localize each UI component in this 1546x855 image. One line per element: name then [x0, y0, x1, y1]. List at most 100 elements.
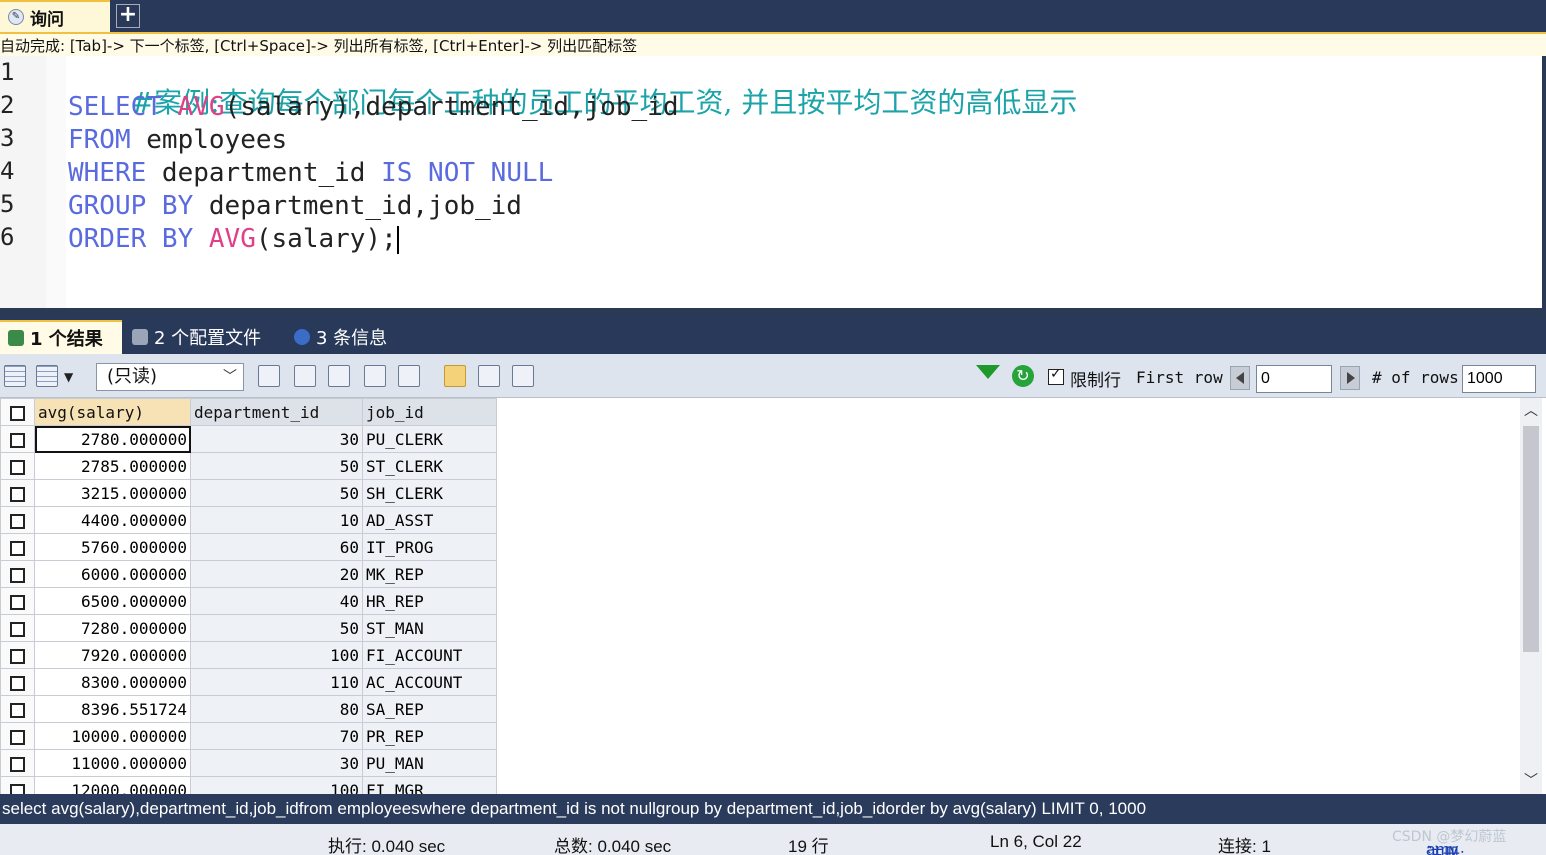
- cell-avg-salary[interactable]: 6500.000000: [34, 587, 191, 615]
- cell-department-id[interactable]: 10: [190, 506, 363, 534]
- query-tab[interactable]: ✎ 询问: [0, 0, 110, 32]
- cell-department-id[interactable]: 100: [190, 641, 363, 669]
- column-header[interactable]: department_id: [190, 398, 363, 426]
- add-tab-button[interactable]: +: [116, 4, 140, 28]
- table-row[interactable]: 2780.000000 30 PU_CLERK: [0, 425, 497, 453]
- table-row[interactable]: 6500.000000 40 HR_REP: [0, 587, 497, 615]
- cell-department-id[interactable]: 40: [190, 587, 363, 615]
- import-grid-icon[interactable]: [36, 365, 58, 387]
- scroll-up-icon[interactable]: ︿: [1524, 400, 1538, 420]
- prev-page-button[interactable]: [1230, 366, 1250, 390]
- row-checkbox[interactable]: [0, 533, 35, 561]
- row-checkbox[interactable]: [0, 614, 35, 642]
- cell-avg-salary[interactable]: 11000.000000: [34, 749, 191, 777]
- table-row[interactable]: 2785.000000 50 ST_CLERK: [0, 452, 497, 480]
- table-row[interactable]: 11000.000000 30 PU_MAN: [0, 749, 497, 777]
- cell-job-id[interactable]: HR_REP: [362, 587, 497, 615]
- row-checkbox[interactable]: [0, 452, 35, 480]
- cell-department-id[interactable]: 100: [190, 776, 363, 794]
- scroll-thumb[interactable]: [1523, 426, 1539, 652]
- scroll-down-icon[interactable]: ﹀: [1524, 770, 1538, 790]
- cell-avg-salary[interactable]: 6000.000000: [34, 560, 191, 588]
- row-checkbox[interactable]: [0, 479, 35, 507]
- add-row-icon[interactable]: [258, 365, 280, 387]
- row-checkbox[interactable]: [0, 695, 35, 723]
- row-checkbox[interactable]: [0, 749, 35, 777]
- grid-view-icon[interactable]: [444, 365, 466, 387]
- row-checkbox[interactable]: [0, 722, 35, 750]
- table-row[interactable]: 8396.551724 80 SA_REP: [0, 695, 497, 723]
- next-page-button[interactable]: [1340, 366, 1360, 390]
- sql-editor[interactable]: 1 2 3 4 5 6 #案例:查询每个部门每个工种的员工的平均工资, 并且按平…: [0, 56, 1542, 308]
- row-checkbox[interactable]: [0, 668, 35, 696]
- cell-job-id[interactable]: ST_MAN: [362, 614, 497, 642]
- tab-messages[interactable]: 3 条信息: [286, 320, 406, 354]
- select-all-checkbox[interactable]: [0, 398, 35, 426]
- cell-job-id[interactable]: ST_CLERK: [362, 452, 497, 480]
- row-checkbox[interactable]: [0, 776, 35, 794]
- row-checkbox[interactable]: [0, 641, 35, 669]
- tab-profiles[interactable]: 2 个配置文件: [124, 320, 284, 354]
- table-row[interactable]: 8300.000000 110 AC_ACCOUNT: [0, 668, 497, 696]
- table-row[interactable]: 5760.000000 60 IT_PROG: [0, 533, 497, 561]
- mode-select[interactable]: (只读) ﹀: [96, 363, 244, 391]
- cell-avg-salary[interactable]: 7920.000000: [34, 641, 191, 669]
- limit-checkbox[interactable]: ✓: [1048, 366, 1064, 385]
- cell-department-id[interactable]: 60: [190, 533, 363, 561]
- cell-avg-salary[interactable]: 12000.000000: [34, 776, 191, 794]
- cell-avg-salary[interactable]: 7280.000000: [34, 614, 191, 642]
- row-checkbox[interactable]: [0, 425, 35, 453]
- cell-avg-salary[interactable]: 10000.000000: [34, 722, 191, 750]
- cell-avg-salary[interactable]: 5760.000000: [34, 533, 191, 561]
- cell-department-id[interactable]: 20: [190, 560, 363, 588]
- table-row[interactable]: 4400.000000 10 AD_ASST: [0, 506, 497, 534]
- vertical-scrollbar[interactable]: ︿ ﹀: [1520, 398, 1542, 794]
- save-icon[interactable]: [328, 365, 350, 387]
- column-header[interactable]: job_id: [362, 398, 497, 426]
- cell-avg-salary[interactable]: 2785.000000: [34, 452, 191, 480]
- form-view-icon[interactable]: [478, 365, 500, 387]
- cell-job-id[interactable]: AD_ASST: [362, 506, 497, 534]
- chevron-down-icon[interactable]: ▼: [64, 370, 73, 384]
- cell-avg-salary[interactable]: 2780.000000: [34, 425, 191, 453]
- cell-job-id[interactable]: PR_REP: [362, 722, 497, 750]
- table-row[interactable]: 10000.000000 70 PR_REP: [0, 722, 497, 750]
- refresh-icon[interactable]: ↻: [1012, 365, 1034, 387]
- filter-icon[interactable]: [976, 365, 1000, 379]
- rows-input[interactable]: 1000: [1462, 365, 1536, 393]
- row-checkbox[interactable]: [0, 587, 35, 615]
- cell-department-id[interactable]: 80: [190, 695, 363, 723]
- cell-job-id[interactable]: SH_CLERK: [362, 479, 497, 507]
- splitter[interactable]: [0, 308, 1546, 318]
- duplicate-row-icon[interactable]: [294, 365, 316, 387]
- first-row-input[interactable]: 0: [1256, 365, 1332, 393]
- table-row[interactable]: 3215.000000 50 SH_CLERK: [0, 479, 497, 507]
- cell-job-id[interactable]: PU_CLERK: [362, 425, 497, 453]
- cell-avg-salary[interactable]: 8300.000000: [34, 668, 191, 696]
- cell-department-id[interactable]: 50: [190, 614, 363, 642]
- row-checkbox[interactable]: [0, 560, 35, 588]
- cell-job-id[interactable]: FI_ACCOUNT: [362, 641, 497, 669]
- table-row[interactable]: 7920.000000 100 FI_ACCOUNT: [0, 641, 497, 669]
- cell-department-id[interactable]: 50: [190, 479, 363, 507]
- cell-avg-salary[interactable]: 8396.551724: [34, 695, 191, 723]
- text-view-icon[interactable]: [512, 365, 534, 387]
- cell-job-id[interactable]: FI_MGR: [362, 776, 497, 794]
- cell-department-id[interactable]: 30: [190, 425, 363, 453]
- table-row[interactable]: 7280.000000 50 ST_MAN: [0, 614, 497, 642]
- delete-icon[interactable]: [364, 365, 386, 387]
- export-grid-icon[interactable]: [4, 365, 26, 387]
- row-checkbox[interactable]: [0, 506, 35, 534]
- cell-avg-salary[interactable]: 3215.000000: [34, 479, 191, 507]
- cell-job-id[interactable]: PU_MAN: [362, 749, 497, 777]
- cell-department-id[interactable]: 30: [190, 749, 363, 777]
- cell-job-id[interactable]: SA_REP: [362, 695, 497, 723]
- cell-department-id[interactable]: 50: [190, 452, 363, 480]
- cell-job-id[interactable]: IT_PROG: [362, 533, 497, 561]
- cell-avg-salary[interactable]: 4400.000000: [34, 506, 191, 534]
- cell-job-id[interactable]: MK_REP: [362, 560, 497, 588]
- table-row[interactable]: 6000.000000 20 MK_REP: [0, 560, 497, 588]
- cell-department-id[interactable]: 110: [190, 668, 363, 696]
- column-header[interactable]: avg(salary): [34, 398, 191, 426]
- table-row[interactable]: 12000.000000 100 FI_MGR: [0, 776, 497, 794]
